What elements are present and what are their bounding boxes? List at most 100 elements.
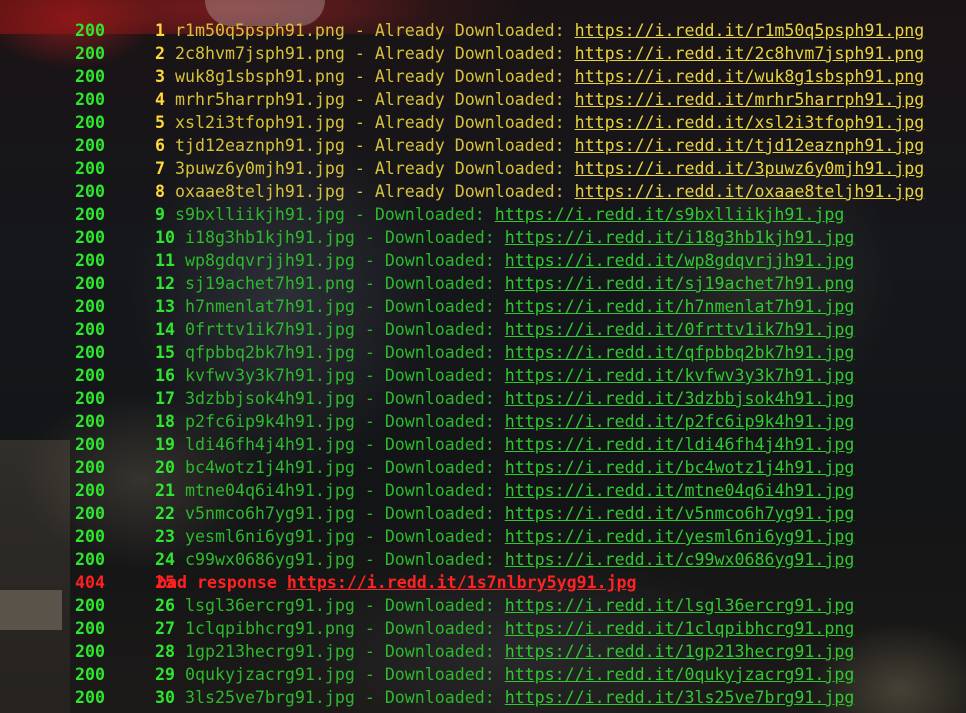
image-url-link[interactable]: https://i.redd.it/s9bxlliikjh91.jpg	[495, 205, 845, 224]
log-content: 1gp213hecrg91.jpg - Downloaded: https://…	[185, 640, 854, 663]
log-content: bad response https://i.redd.it/1s7nlbry5…	[157, 571, 637, 594]
status-code: 200	[75, 67, 105, 86]
line-number: 15	[155, 343, 175, 362]
image-url-link[interactable]: https://i.redd.it/oxaae8teljh91.jpg	[575, 182, 925, 201]
image-url-link[interactable]: https://i.redd.it/h7nmenlat7h91.jpg	[505, 297, 855, 316]
file-name: 3puwz6y0mjh91.jpg	[175, 159, 345, 178]
line-number: 13	[155, 297, 175, 316]
download-message: - Already Downloaded:	[344, 136, 575, 155]
file-name: 0frttv1ik7h91.jpg	[185, 320, 355, 339]
log-line: 200 4 mrhr5harrph91.jpg - Already Download…	[0, 88, 966, 111]
image-url-link[interactable]: https://i.redd.it/v5nmco6h7yg91.jpg	[505, 504, 855, 523]
log-content: 0qukyjzacrg91.jpg - Downloaded: https://…	[185, 663, 854, 686]
image-url-link[interactable]: https://i.redd.it/xsl2i3tfoph91.jpg	[575, 113, 925, 132]
image-url-link[interactable]: https://i.redd.it/3ls25ve7brg91.jpg	[505, 688, 855, 707]
log-content: h7nmenlat7h91.jpg - Downloaded: https://…	[185, 295, 854, 318]
image-url-link[interactable]: https://i.redd.it/wp8gdqvrjjh91.jpg	[505, 251, 855, 270]
image-url-link[interactable]: https://i.redd.it/r1m50q5psph91.png	[575, 21, 925, 40]
log-content: yesml6ni6yg91.jpg - Downloaded: https://…	[185, 525, 854, 548]
log-content: s9bxlliikjh91.jpg - Downloaded: https://…	[175, 203, 844, 226]
status-code: 200	[75, 527, 105, 546]
error-message: bad response	[157, 573, 287, 592]
download-message: - Downloaded:	[354, 458, 505, 477]
status-code: 200	[75, 435, 105, 454]
log-line: 200 18 p2fc6ip9k4h91.jpg - Downloaded: htt…	[0, 410, 966, 433]
image-url-link[interactable]: https://i.redd.it/wuk8g1sbsph91.png	[575, 67, 925, 86]
image-url-link[interactable]: https://i.redd.it/sj19achet7h91.png	[505, 274, 855, 293]
download-message: - Downloaded:	[354, 435, 505, 454]
download-message: - Downloaded:	[354, 274, 505, 293]
image-url-link[interactable]: https://i.redd.it/p2fc6ip9k4h91.jpg	[505, 412, 855, 431]
file-name: ldi46fh4j4h91.jpg	[185, 435, 355, 454]
image-url-link[interactable]: https://i.redd.it/mrhr5harrph91.jpg	[575, 90, 925, 109]
image-url-link[interactable]: https://i.redd.it/i18g3hb1kjh91.jpg	[505, 228, 855, 247]
log-content: 3puwz6y0mjh91.jpg - Already Downloaded: …	[175, 157, 924, 180]
line-number: 26	[155, 596, 175, 615]
log-content: mrhr5harrph91.jpg - Already Downloaded: …	[175, 88, 924, 111]
log-line: 200 8 oxaae8teljh91.jpg - Already Download…	[0, 180, 966, 203]
log-line: 200 16 kvfwv3y3k7h91.jpg - Downloaded: htt…	[0, 364, 966, 387]
download-message: - Downloaded:	[354, 642, 505, 661]
download-message: - Downloaded:	[354, 481, 505, 500]
log-line: 200 20 bc4wotz1j4h91.jpg - Downloaded: htt…	[0, 456, 966, 479]
file-name: lsgl36ercrg91.jpg	[185, 596, 355, 615]
image-url-link[interactable]: https://i.redd.it/yesml6ni6yg91.jpg	[505, 527, 855, 546]
file-name: 2c8hvm7jsph91.png	[175, 44, 345, 63]
log-line: 200 30 3ls25ve7brg91.jpg - Downloaded: htt…	[0, 686, 966, 709]
file-name: c99wx0686yg91.jpg	[185, 550, 355, 569]
status-code: 200	[75, 619, 105, 638]
line-number: 27	[155, 619, 175, 638]
line-number: 18	[155, 412, 175, 431]
image-url-link[interactable]: https://i.redd.it/1s7nlbry5yg91.jpg	[287, 573, 637, 592]
log-line: 200 26 lsgl36ercrg91.jpg - Downloaded: htt…	[0, 594, 966, 617]
download-message: - Downloaded:	[354, 389, 505, 408]
file-name: v5nmco6h7yg91.jpg	[185, 504, 355, 523]
line-number: 2	[155, 44, 165, 63]
image-url-link[interactable]: https://i.redd.it/0qukyjzacrg91.jpg	[505, 665, 855, 684]
log-line: 200 9 s9bxlliikjh91.jpg - Downloaded: http…	[0, 203, 966, 226]
file-name: xsl2i3tfoph91.jpg	[175, 113, 345, 132]
image-url-link[interactable]: https://i.redd.it/3puwz6y0mjh91.jpg	[575, 159, 925, 178]
line-number: 17	[155, 389, 175, 408]
download-message: - Downloaded:	[354, 504, 505, 523]
file-name: tjd12eaznph91.jpg	[175, 136, 345, 155]
image-url-link[interactable]: https://i.redd.it/2c8hvm7jsph91.png	[575, 44, 925, 63]
image-url-link[interactable]: https://i.redd.it/ldi46fh4j4h91.jpg	[505, 435, 855, 454]
log-content: 3dzbbjsok4h91.jpg - Downloaded: https://…	[185, 387, 854, 410]
status-code: 200	[75, 182, 105, 201]
line-number: 11	[155, 251, 175, 270]
log-content: wuk8g1sbsph91.png - Already Downloaded: …	[175, 65, 924, 88]
image-url-link[interactable]: https://i.redd.it/1gp213hecrg91.jpg	[505, 642, 855, 661]
file-name: 3dzbbjsok4h91.jpg	[185, 389, 355, 408]
image-url-link[interactable]: https://i.redd.it/mtne04q6i4h91.jpg	[505, 481, 855, 500]
log-content: ldi46fh4j4h91.jpg - Downloaded: https://…	[185, 433, 854, 456]
image-url-link[interactable]: https://i.redd.it/1clqpibhcrg91.png	[505, 619, 855, 638]
status-code: 200	[75, 228, 105, 247]
image-url-link[interactable]: https://i.redd.it/lsgl36ercrg91.jpg	[505, 596, 855, 615]
image-url-link[interactable]: https://i.redd.it/kvfwv3y3k7h91.jpg	[505, 366, 855, 385]
line-number: 10	[155, 228, 175, 247]
status-code: 200	[75, 44, 105, 63]
file-name: 0qukyjzacrg91.jpg	[185, 665, 355, 684]
log-line: 200 6 tjd12eaznph91.jpg - Already Download…	[0, 134, 966, 157]
image-url-link[interactable]: https://i.redd.it/qfpbbq2bk7h91.jpg	[505, 343, 855, 362]
image-url-link[interactable]: https://i.redd.it/3dzbbjsok4h91.jpg	[505, 389, 855, 408]
log-line: 200 14 0frttv1ik7h91.jpg - Downloaded: htt…	[0, 318, 966, 341]
image-url-link[interactable]: https://i.redd.it/tjd12eaznph91.jpg	[575, 136, 925, 155]
log-content: oxaae8teljh91.jpg - Already Downloaded: …	[175, 180, 924, 203]
log-content: bc4wotz1j4h91.jpg - Downloaded: https://…	[185, 456, 854, 479]
line-number: 14	[155, 320, 175, 339]
log-content: 3ls25ve7brg91.jpg - Downloaded: https://…	[185, 686, 854, 709]
log-content: i18g3hb1kjh91.jpg - Downloaded: https://…	[185, 226, 854, 249]
status-code: 200	[75, 504, 105, 523]
log-line: 200 29 0qukyjzacrg91.jpg - Downloaded: htt…	[0, 663, 966, 686]
download-message: - Downloaded:	[354, 297, 505, 316]
image-url-link[interactable]: https://i.redd.it/c99wx0686yg91.jpg	[505, 550, 855, 569]
line-number: 8	[155, 182, 165, 201]
file-name: 1clqpibhcrg91.png	[185, 619, 355, 638]
download-message: - Downloaded:	[354, 228, 505, 247]
image-url-link[interactable]: https://i.redd.it/bc4wotz1j4h91.jpg	[505, 458, 855, 477]
file-name: r1m50q5psph91.png	[175, 21, 345, 40]
file-name: kvfwv3y3k7h91.jpg	[185, 366, 355, 385]
image-url-link[interactable]: https://i.redd.it/0frttv1ik7h91.jpg	[505, 320, 855, 339]
